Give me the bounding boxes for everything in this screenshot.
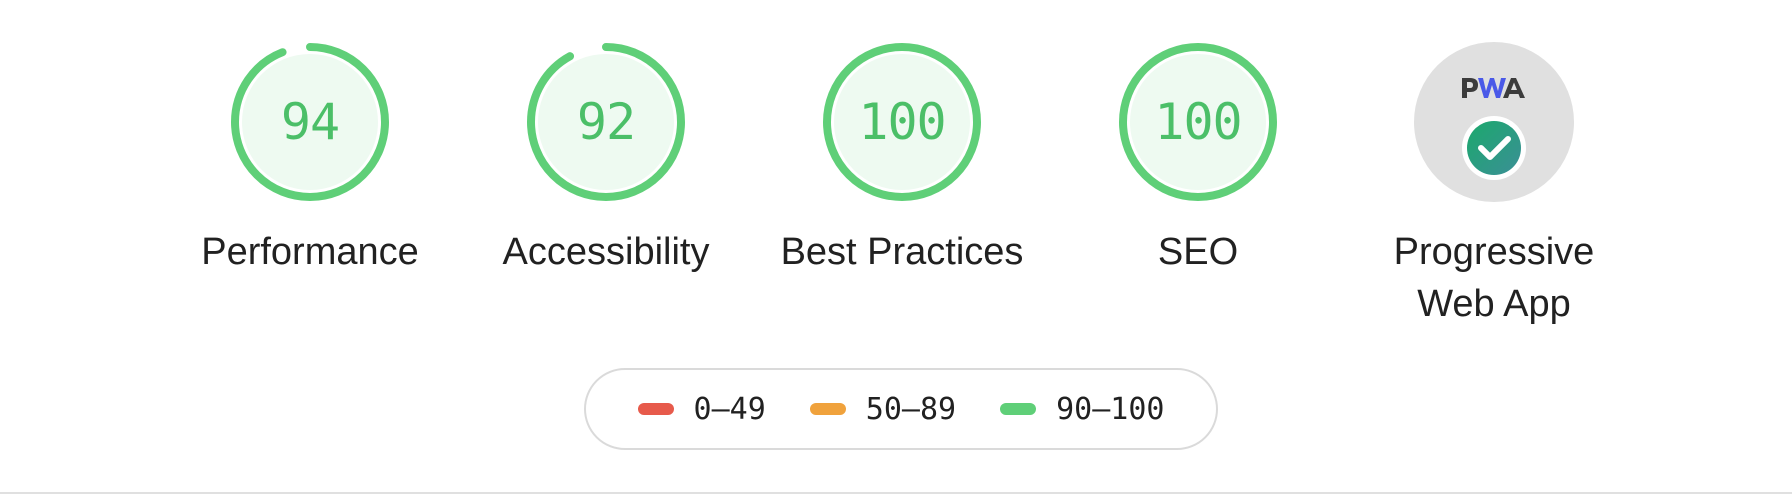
score-scale-legend: 0–49 50–89 90–100 — [584, 368, 1218, 450]
legend-range: 90–100 — [1056, 391, 1165, 427]
legend-item-fail: 0–49 — [637, 391, 766, 427]
pwa-badge-graphic — [1414, 42, 1574, 202]
average-swatch-icon — [809, 403, 846, 415]
pwa-check-badge-icon — [1462, 116, 1526, 180]
fail-swatch-icon — [637, 403, 674, 415]
score-gauges: 94 Performance 92 Accessibility 100 Best… — [0, 0, 1792, 340]
pass-swatch-icon — [1000, 403, 1037, 415]
legend-item-pass: 90–100 — [1000, 392, 1164, 427]
gauge-performance[interactable]: 94 Performance — [180, 40, 440, 278]
gauge-ring: 94 — [228, 40, 392, 204]
gauge-pwa[interactable]: Progressive Web App — [1364, 40, 1624, 330]
section-divider — [0, 492, 1792, 494]
legend-range: 0–49 — [693, 391, 766, 427]
gauge-ring: 92 — [524, 40, 688, 204]
legend-item-average: 50–89 — [809, 391, 957, 427]
pwa-badge — [1412, 40, 1576, 204]
gauge-score: 92 — [576, 93, 636, 151]
gauge-label: Best Practices — [780, 231, 1024, 273]
gauge-label: Accessibility — [502, 231, 710, 273]
gauge-score: 94 — [280, 93, 340, 151]
gauge-score: 100 — [858, 93, 946, 151]
legend-range: 50–89 — [865, 391, 957, 427]
gauge-ring: 100 — [1116, 40, 1280, 204]
gauge-accessibility[interactable]: 92 Accessibility — [476, 40, 736, 278]
gauge-best-practices[interactable]: 100 Best Practices — [772, 40, 1032, 278]
gauge-label: SEO — [1157, 231, 1239, 273]
gauge-seo[interactable]: 100 SEO — [1068, 40, 1328, 278]
gauge-ring: 100 — [820, 40, 984, 204]
gauge-score: 100 — [1154, 93, 1242, 151]
gauge-label: Progressive Web App — [1393, 231, 1595, 325]
gauge-label: Performance — [201, 231, 419, 273]
